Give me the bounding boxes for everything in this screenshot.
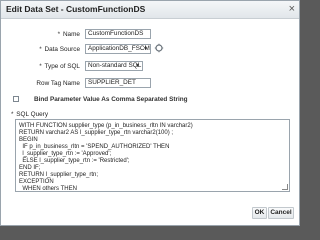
sql-query-text: WITH FUNCTION supplier_type (p_in_busine… (19, 123, 193, 192)
edit-data-set-dialog: Edit Data Set - CustomFunctionDS × * Nam… (0, 0, 300, 226)
type-of-sql-label: * Type of SQL (15, 63, 80, 70)
sql-query-label: * SQL Query (11, 111, 48, 118)
resize-handle-icon[interactable] (282, 184, 288, 190)
name-label: * Name (15, 31, 80, 38)
required-marker: * (39, 46, 42, 53)
required-marker: * (39, 63, 42, 70)
row-tag-name-input[interactable]: SUPPLIER_DET (85, 78, 151, 88)
dialog-titlebar: Edit Data Set - CustomFunctionDS × (1, 1, 299, 19)
name-input[interactable]: CustomFunctionDS (85, 29, 151, 39)
close-icon[interactable]: × (289, 2, 295, 16)
name-label-text: Name (62, 31, 80, 38)
data-source-label: * Data Source (15, 46, 80, 53)
chevron-down-icon: ▼ (143, 46, 148, 52)
sql-query-label-text: SQL Query (16, 111, 49, 118)
data-source-value: ApplicationDB_FSCM (88, 45, 150, 52)
refresh-icon[interactable] (154, 43, 164, 53)
type-of-sql-select[interactable]: Non-standard SQL ▼ (85, 61, 143, 71)
dialog-title: Edit Data Set - CustomFunctionDS (6, 4, 146, 14)
bind-parameter-checkbox[interactable] (13, 96, 19, 102)
type-of-sql-label-text: Type of SQL (44, 63, 80, 70)
cancel-button[interactable]: Cancel (268, 207, 294, 219)
bind-parameter-label: Bind Parameter Value As Comma Separated … (34, 96, 188, 103)
required-marker: * (11, 111, 14, 118)
ok-button[interactable]: OK (252, 207, 267, 219)
row-tag-name-label: Row Tag Name (36, 80, 80, 87)
sql-query-textarea[interactable]: WITH FUNCTION supplier_type (p_in_busine… (15, 119, 290, 192)
type-of-sql-value: Non-standard SQL (88, 62, 142, 69)
data-source-label-text: Data Source (44, 46, 80, 53)
required-marker: * (57, 31, 61, 38)
chevron-down-icon: ▼ (135, 63, 140, 69)
data-source-select[interactable]: ApplicationDB_FSCM ▼ (85, 44, 151, 54)
